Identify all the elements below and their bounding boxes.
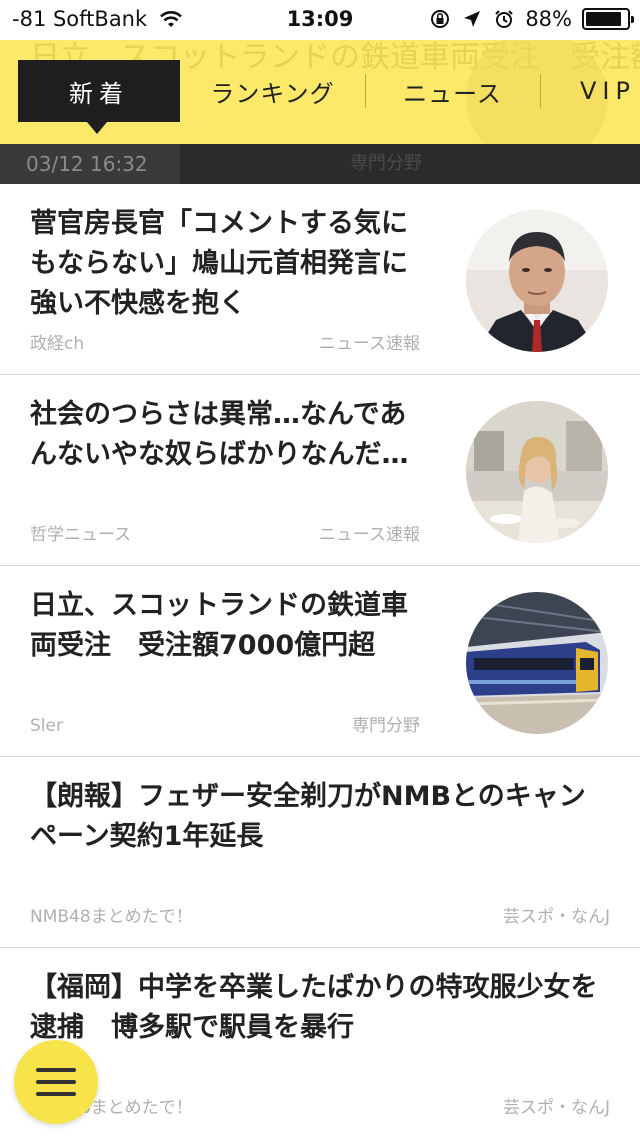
alarm-icon: [495, 10, 514, 28]
article-category: ニュース速報: [318, 334, 420, 354]
article-source: 哲学ニュース: [30, 525, 132, 545]
carrier-label: -81 SoftBank: [12, 7, 148, 31]
article-thumbnail: [466, 210, 608, 352]
status-right: 88%: [429, 7, 634, 31]
article-item[interactable]: 【福岡】中学を卒業したばかりの特攻服少女を逮捕 博多駅で駅員を暴行 NMB48ま…: [0, 948, 640, 1136]
tab-vip[interactable]: VIP: [580, 60, 640, 122]
location-icon: [464, 11, 481, 27]
article-category: ニュース速報: [318, 525, 420, 545]
article-category: 専門分野: [352, 716, 420, 736]
battery-percent: 88%: [525, 7, 572, 31]
article-source: 政経ch: [30, 334, 85, 354]
date-bar: 03/12 16:32 専門分野: [0, 144, 640, 184]
article-title: 菅官房長官「コメントする気にもならない」鳩山元首相発言に強い不快感を抱く: [30, 208, 408, 319]
battery-level: [586, 12, 622, 26]
article-item[interactable]: 社会のつらさは異常…なんであんないやな奴らばかりなんだ… 哲学ニュース ニュース…: [0, 375, 640, 566]
status-bar: -81 SoftBank 13:09 88%: [0, 0, 640, 40]
tab-news[interactable]: ニュース: [375, 60, 530, 122]
menu-button[interactable]: [14, 1040, 98, 1124]
active-tab-caret: [87, 122, 107, 134]
status-left: -81 SoftBank: [12, 7, 183, 31]
article-thumbnail: [466, 592, 608, 734]
scrolled-ghost-category: 専門分野: [350, 153, 422, 174]
orientation-lock-icon: [431, 10, 450, 28]
battery-icon: [582, 8, 634, 30]
tab-divider: [540, 74, 541, 108]
article-item[interactable]: 菅官房長官「コメントする気にもならない」鳩山元首相発言に強い不快感を抱く 政経c…: [0, 184, 640, 375]
article-list: 菅官房長官「コメントする気にもならない」鳩山元首相発言に強い不快感を抱く 政経c…: [0, 184, 640, 1136]
tab-divider: [365, 74, 366, 108]
article-item[interactable]: 日立、スコットランドの鉄道車両受注 受注額7000億円超 Sler 専門分野: [0, 566, 640, 757]
article-source: Sler: [30, 716, 63, 736]
tab-new[interactable]: 新着: [18, 60, 180, 122]
article-category: 芸スポ・なんJ: [502, 1098, 610, 1118]
wifi-icon: [160, 11, 183, 27]
article-source: NMB48まとめたで！: [30, 907, 193, 927]
article-title: 日立、スコットランドの鉄道車両受注 受注額7000億円超: [30, 590, 408, 661]
updated-date: 03/12 16:32: [0, 144, 180, 184]
article-title: 【福岡】中学を卒業したばかりの特攻服少女を逮捕 博多駅で駅員を暴行: [30, 972, 598, 1043]
article-item[interactable]: 【朗報】フェザー安全剃刀がNMBとのキャンペーン契約1年延長 NMB48まとめた…: [0, 757, 640, 948]
article-title: 【朗報】フェザー安全剃刀がNMBとのキャンペーン契約1年延長: [30, 781, 586, 852]
tab-ranking[interactable]: ランキング: [190, 60, 355, 122]
tab-bar: 新着 ランキング ニュース VIP: [0, 60, 640, 122]
article-category: 芸スポ・なんJ: [502, 907, 610, 927]
article-title: 社会のつらさは異常…なんであんないやな奴らばかりなんだ…: [30, 399, 409, 470]
article-thumbnail: [466, 401, 608, 543]
menu-icon: [36, 1068, 76, 1096]
